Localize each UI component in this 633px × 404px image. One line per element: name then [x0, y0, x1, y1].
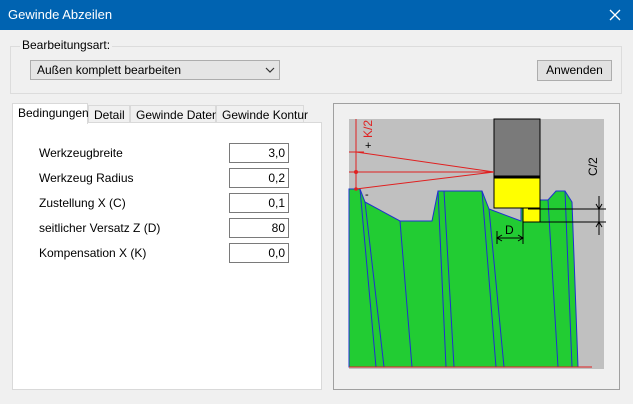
tool-width-input[interactable]: [229, 143, 289, 163]
tab-detail[interactable]: Detail: [88, 105, 130, 123]
chevron-down-icon: [265, 64, 275, 78]
tab-gewinde-kontur[interactable]: Gewinde Kontur: [216, 105, 308, 123]
field-label: Kompensation X (K): [39, 246, 147, 260]
conditions-panel: Werkzeugbreite Werkzeug Radius Zustellun…: [12, 122, 322, 390]
close-icon: [609, 9, 621, 21]
close-button[interactable]: [597, 0, 633, 30]
tool-tip: [493, 176, 541, 209]
mode-select[interactable]: Außen komplett bearbeiten: [30, 60, 280, 80]
compensation-x-input[interactable]: [229, 243, 289, 263]
apply-button[interactable]: Anwenden: [537, 60, 612, 81]
field-label: Zustellung X (C): [39, 196, 126, 210]
tool-insert: [522, 207, 541, 223]
thread-diagram-frame: K/2 + - C/2 D: [333, 103, 620, 390]
tool-body: [493, 118, 541, 178]
thread-profile: [348, 188, 579, 368]
plus-sign: +: [365, 140, 371, 152]
field-label: Werkzeugbreite: [39, 146, 123, 160]
tab-bedingungen[interactable]: Bedingungen: [12, 103, 89, 124]
infeed-x-input[interactable]: [229, 193, 289, 213]
field-label: Werkzeug Radius: [39, 171, 134, 185]
window-title: Gewinde Abzeilen: [8, 7, 113, 22]
k-dimension-label: K/2: [361, 120, 375, 138]
minus-sign: -: [365, 189, 369, 201]
d-dimension-label: D: [505, 223, 514, 237]
tool-radius-input[interactable]: [229, 168, 289, 188]
title-bar: Gewinde Abzeilen: [0, 0, 633, 30]
mode-group-label: Bearbeitungsart:: [20, 38, 113, 52]
c-dimension-label: C/2: [586, 157, 600, 176]
mode-select-value: Außen komplett bearbeiten: [37, 63, 182, 77]
field-label: seitlicher Versatz Z (D): [39, 221, 161, 235]
thread-diagram: K/2 + - C/2 D: [348, 118, 606, 369]
side-offset-z-input[interactable]: [229, 218, 289, 238]
tab-gewinde-daten[interactable]: Gewinde Daten: [130, 105, 219, 123]
